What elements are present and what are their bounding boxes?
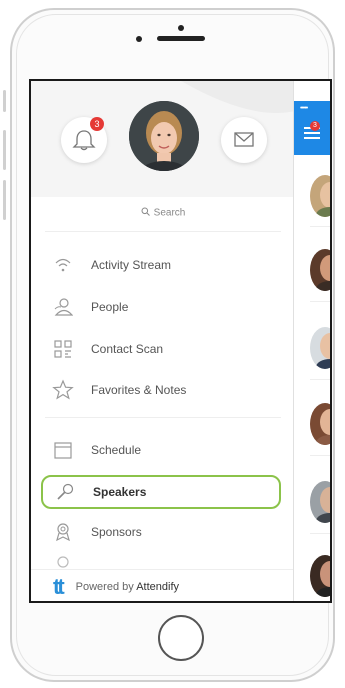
- notifications-button[interactable]: 3: [61, 117, 107, 163]
- powered-brand: Attendify: [136, 581, 180, 593]
- list-divider: [310, 379, 330, 380]
- user-avatar[interactable]: [129, 101, 199, 171]
- menu-item-label: Favorites & Notes: [91, 383, 187, 397]
- star-icon: [51, 378, 75, 402]
- speakers-list-panel[interactable]: ••••• 3: [293, 81, 330, 601]
- envelope-icon: [234, 132, 254, 147]
- user-photo: [129, 101, 199, 171]
- wifi-icon: [51, 253, 75, 277]
- speaker-avatar[interactable]: [310, 403, 330, 445]
- menu-item-sponsors[interactable]: Sponsors: [51, 518, 281, 546]
- earpiece-speaker: [157, 36, 205, 41]
- menu-item-label: Activity Stream: [91, 258, 172, 272]
- app-screen: 3 Search Activity Stream People Contact …: [29, 79, 332, 603]
- award-icon: [51, 520, 75, 544]
- side-menu: 3 Search Activity Stream People Contact …: [31, 81, 295, 601]
- speaker-avatar[interactable]: [310, 327, 330, 369]
- powered-by-footer: tt Powered by Attendify: [31, 569, 295, 601]
- search-field[interactable]: Search: [31, 207, 295, 219]
- powered-by-text: Powered by Attendify: [76, 581, 179, 593]
- menu-item-favorites-notes[interactable]: Favorites & Notes: [51, 376, 281, 404]
- messages-button[interactable]: [221, 117, 267, 163]
- powered-prefix: Powered by: [75, 581, 134, 593]
- menu-item-schedule[interactable]: Schedule: [51, 436, 281, 464]
- menu-item-label: Speakers: [93, 485, 147, 499]
- menu-notification-badge: 3: [310, 121, 320, 131]
- list-divider: [310, 301, 330, 302]
- volume-up-button: [3, 130, 6, 170]
- speaker-avatar[interactable]: [310, 481, 330, 523]
- sensor-dot: [136, 36, 142, 42]
- speaker-avatar[interactable]: [310, 555, 330, 597]
- speaker-avatar[interactable]: [310, 249, 330, 291]
- mute-switch: [3, 90, 6, 112]
- status-signal-dots: •••••: [300, 105, 308, 112]
- front-camera: [178, 25, 184, 31]
- volume-down-button: [3, 180, 6, 220]
- people-icon: [51, 295, 75, 319]
- home-button[interactable]: [158, 615, 204, 661]
- notification-badge: 3: [90, 117, 104, 131]
- qr-scan-icon: [51, 337, 75, 361]
- menu-item-label: Schedule: [91, 443, 142, 457]
- calendar-icon: [51, 438, 75, 462]
- menu-item-contact-scan[interactable]: Contact Scan: [51, 335, 281, 363]
- search-label: Search: [153, 207, 186, 219]
- list-divider: [310, 226, 330, 227]
- speaker-avatar[interactable]: [310, 175, 330, 217]
- menu-item-label: Sponsors: [91, 525, 142, 539]
- list-divider: [310, 455, 330, 456]
- menu-item-label: People: [91, 300, 129, 314]
- menu-item-people[interactable]: People: [51, 293, 281, 321]
- list-divider: [310, 533, 330, 534]
- menu-section-divider: [45, 417, 281, 418]
- attendify-logo: tt: [53, 574, 65, 599]
- microphone-icon: [53, 480, 77, 504]
- search-icon: [141, 207, 150, 219]
- menu-item-activity-stream[interactable]: Activity Stream: [51, 251, 281, 279]
- search-divider: [45, 231, 281, 232]
- menu-item-speakers[interactable]: Speakers: [41, 475, 281, 509]
- menu-item-label: Contact Scan: [91, 342, 164, 356]
- speakers-header-bar: ••••• 3: [294, 101, 330, 155]
